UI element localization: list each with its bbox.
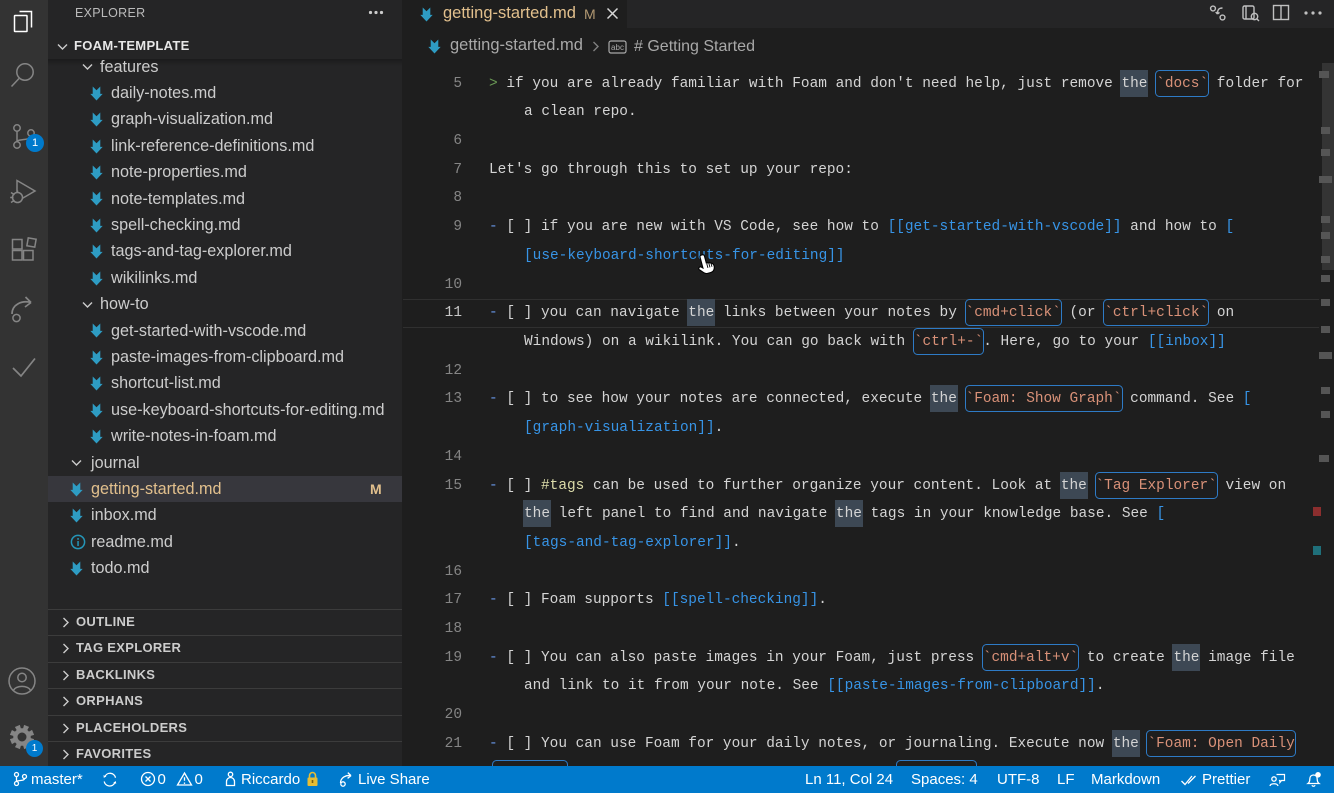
svg-text:abc: abc bbox=[611, 43, 624, 52]
